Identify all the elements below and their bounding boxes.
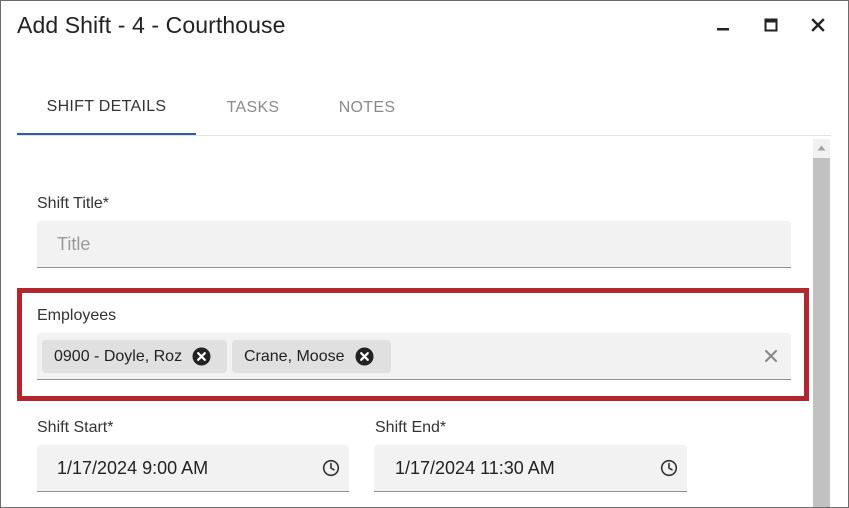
minimize-button[interactable] [709, 11, 737, 39]
clock-icon[interactable] [659, 458, 679, 478]
employee-chip-label: 0900 - Doyle, Roz [54, 347, 183, 365]
clear-icon[interactable] [761, 346, 781, 366]
vertical-scrollbar[interactable] [813, 139, 830, 507]
shift-end-label: Shift End* [375, 419, 447, 436]
scroll-thumb[interactable] [813, 158, 830, 507]
dialog-title: Add Shift - 4 - Courthouse [17, 12, 286, 38]
tabs-divider [17, 135, 831, 136]
employee-chip: Crane, Moose [232, 340, 391, 373]
shift-end-value: 1/17/2024 11:30 AM [395, 458, 555, 478]
tab-shift-details[interactable]: SHIFT DETAILS [17, 81, 196, 135]
cancel-circle-icon[interactable] [192, 347, 211, 366]
shift-start-value: 1/17/2024 9:00 AM [57, 458, 209, 478]
minimize-icon [717, 28, 729, 31]
cancel-circle-icon[interactable] [355, 347, 374, 366]
employees-label: Employees [37, 307, 117, 324]
shift-start-label: Shift Start* [37, 419, 114, 436]
maximize-icon [764, 18, 778, 32]
shift-title-label: Shift Title* [37, 195, 110, 212]
arrow-up-icon [817, 145, 826, 150]
shift-title-field [37, 221, 791, 268]
clock-icon[interactable] [321, 458, 341, 478]
shift-title-input[interactable] [37, 221, 791, 267]
scroll-up-button[interactable] [813, 139, 830, 156]
close-button[interactable] [804, 11, 832, 39]
tab-notes[interactable]: NOTES [310, 81, 424, 135]
close-icon [811, 18, 825, 32]
maximize-button[interactable] [757, 11, 785, 39]
tab-tasks[interactable]: TASKS [196, 81, 310, 135]
employee-chip-label: Crane, Moose [244, 347, 345, 365]
employee-chip: 0900 - Doyle, Roz [42, 340, 227, 373]
add-shift-dialog: Add Shift - 4 - Courthouse SHIFT DETAILS… [0, 0, 849, 508]
tab-bar: SHIFT DETAILS TASKS NOTES [17, 81, 831, 135]
